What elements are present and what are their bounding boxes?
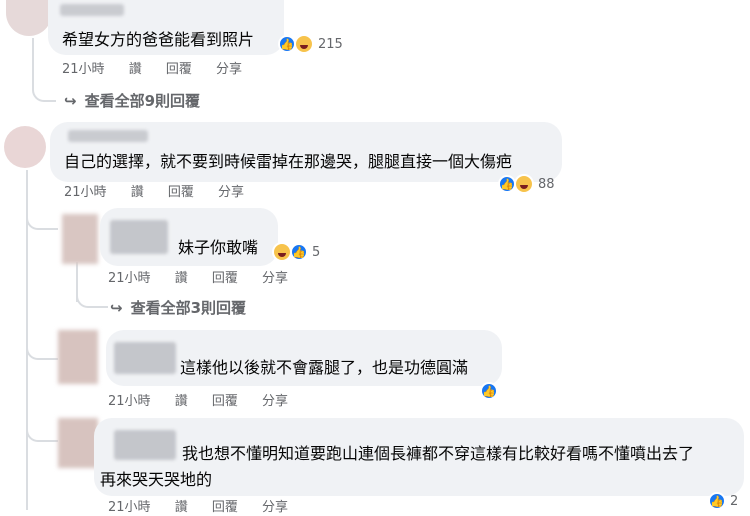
comment-text: 自己的選擇，就不要到時候雷掉在那邊哭，腿腿直接一個大傷疤 bbox=[64, 152, 513, 171]
reaction-count: 88 bbox=[538, 176, 555, 192]
thread-curve bbox=[76, 272, 108, 308]
comment-text: 這樣他以後就不會露腿了，也是功德圓滿 bbox=[180, 358, 469, 377]
reply-button[interactable]: 回覆 bbox=[168, 185, 194, 200]
reply-button[interactable]: 回覆 bbox=[212, 271, 238, 286]
thread-curve bbox=[26, 200, 58, 230]
share-button[interactable]: 分享 bbox=[216, 62, 242, 77]
comment-text-line: 再來哭天哭地的 bbox=[100, 470, 213, 489]
reaction-count: 215 bbox=[318, 36, 343, 52]
reply-button[interactable]: 回覆 bbox=[212, 394, 238, 409]
like-button[interactable]: 讚 bbox=[175, 500, 188, 515]
commenter-name-blurred[interactable] bbox=[114, 342, 176, 374]
commenter-name-blurred[interactable] bbox=[60, 4, 124, 16]
like-reaction-icon: 👍 bbox=[290, 243, 308, 261]
comment-actions: 21小時 讚 回覆 分享 bbox=[64, 185, 264, 201]
view-more-label: 查看全部9則回覆 bbox=[84, 92, 201, 110]
comment-actions: 21小時 讚 回覆 分享 bbox=[108, 500, 308, 516]
reply-button[interactable]: 回覆 bbox=[166, 62, 192, 77]
avatar[interactable] bbox=[62, 214, 98, 264]
view-more-replies[interactable]: ↪ 查看全部3則回覆 bbox=[110, 297, 246, 318]
timestamp[interactable]: 21小時 bbox=[64, 185, 107, 200]
avatar[interactable] bbox=[4, 126, 46, 168]
comment-bubble: 妹子你敢嘴 bbox=[100, 208, 278, 266]
reaction-summary[interactable]: 👍 215 bbox=[278, 34, 343, 54]
share-button[interactable]: 分享 bbox=[262, 394, 288, 409]
reaction-summary[interactable]: 👍 88 bbox=[498, 174, 555, 194]
thread-curve bbox=[32, 60, 56, 102]
reaction-count: 5 bbox=[312, 244, 321, 260]
like-reaction-icon: 👍 bbox=[480, 382, 498, 400]
like-button[interactable]: 讚 bbox=[175, 271, 188, 286]
commenter-name-blurred[interactable] bbox=[114, 430, 176, 460]
like-button[interactable]: 讚 bbox=[131, 185, 144, 200]
thread-curve bbox=[26, 330, 58, 360]
timestamp[interactable]: 21小時 bbox=[108, 394, 151, 409]
timestamp[interactable]: 21小時 bbox=[62, 62, 105, 77]
haha-reaction-icon bbox=[294, 34, 314, 54]
commenter-name-blurred[interactable] bbox=[110, 220, 168, 254]
comment-text: 妹子你敢嘴 bbox=[178, 238, 259, 257]
share-button[interactable]: 分享 bbox=[262, 271, 288, 286]
timestamp[interactable]: 21小時 bbox=[108, 271, 151, 286]
haha-reaction-icon bbox=[514, 174, 534, 194]
comment-actions: 21小時 讚 回覆 分享 bbox=[108, 394, 308, 410]
like-button[interactable]: 讚 bbox=[129, 62, 142, 77]
avatar[interactable] bbox=[6, 0, 52, 36]
avatar[interactable] bbox=[58, 418, 98, 468]
reaction-summary[interactable]: 👍 bbox=[480, 382, 498, 400]
reaction-summary[interactable]: 👍 2 bbox=[708, 492, 738, 510]
like-reaction-icon: 👍 bbox=[708, 492, 726, 510]
comment-text: 希望女方的爸爸能看到照片 bbox=[62, 30, 255, 49]
view-more-label: 查看全部3則回覆 bbox=[130, 299, 247, 317]
view-more-replies[interactable]: ↪ 查看全部9則回覆 bbox=[64, 90, 200, 111]
comment-bubble: 希望女方的爸爸能看到照片 bbox=[48, 0, 284, 55]
like-button[interactable]: 讚 bbox=[175, 394, 188, 409]
reply-arrow-icon: ↪ bbox=[110, 299, 123, 317]
reply-button[interactable]: 回覆 bbox=[212, 500, 238, 515]
comment-actions: 21小時 讚 回覆 分享 bbox=[108, 271, 308, 287]
comment-text-line: 我也想不懂明知道要跑山連個長褲都不穿這樣有比較好看嗎不懂噴出去了 bbox=[182, 444, 695, 463]
commenter-name-blurred[interactable] bbox=[68, 130, 148, 142]
share-button[interactable]: 分享 bbox=[218, 185, 244, 200]
comment-bubble: 這樣他以後就不會露腿了，也是功德圓滿 bbox=[106, 330, 502, 386]
reply-arrow-icon: ↪ bbox=[64, 92, 77, 110]
comment-bubble: 自己的選擇，就不要到時候雷掉在那邊哭，腿腿直接一個大傷疤 bbox=[50, 122, 562, 182]
reaction-summary[interactable]: 👍 5 bbox=[272, 242, 320, 262]
share-button[interactable]: 分享 bbox=[262, 500, 288, 515]
thread-curve bbox=[26, 412, 58, 442]
comment-actions: 21小時 讚 回覆 分享 bbox=[62, 62, 262, 78]
timestamp[interactable]: 21小時 bbox=[108, 500, 151, 515]
reaction-count: 2 bbox=[730, 493, 739, 509]
avatar[interactable] bbox=[58, 330, 98, 384]
haha-reaction-icon bbox=[272, 242, 292, 262]
comment-bubble: 我也想不懂明知道要跑山連個長褲都不穿這樣有比較好看嗎不懂噴出去了 再來哭天哭地的 bbox=[94, 418, 744, 496]
